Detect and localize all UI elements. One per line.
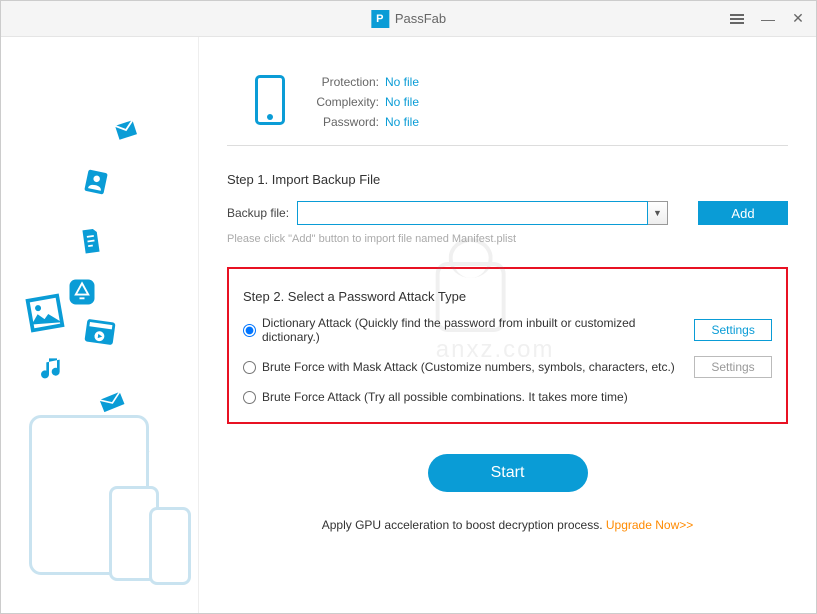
start-button[interactable]: Start [428, 454, 588, 492]
title-center: P PassFab [371, 10, 446, 28]
app-logo-icon: P [371, 10, 389, 28]
device-icon [255, 75, 285, 125]
appstore-icon [67, 277, 97, 307]
protection-value: No file [385, 75, 419, 89]
app-window: P PassFab — ✕ [0, 0, 817, 614]
password-label: Password: [309, 115, 379, 129]
password-value: No file [385, 115, 419, 129]
complexity-value: No file [385, 95, 419, 109]
contact-icon [81, 167, 112, 198]
attack-dictionary-label[interactable]: Dictionary Attack (Quickly find the pass… [243, 316, 694, 344]
close-button[interactable]: ✕ [790, 10, 806, 27]
music-icon [37, 353, 69, 385]
step1-title: Step 1. Import Backup File [227, 172, 788, 187]
window-controls: — ✕ [730, 10, 806, 27]
footer: Apply GPU acceleration to boost decrypti… [227, 518, 788, 532]
attack-option-brute: Brute Force Attack (Try all possible com… [243, 390, 772, 404]
attack-dictionary-radio[interactable] [243, 324, 256, 337]
main-panel: anxz.com Protection: No file Complexity:… [199, 37, 816, 613]
mail-icon [112, 116, 140, 144]
info-protection: Protection: No file [309, 75, 419, 89]
attack-dictionary-text: Dictionary Attack (Quickly find the pass… [262, 316, 694, 344]
upgrade-link[interactable]: Upgrade Now>> [606, 518, 693, 532]
document-icon [75, 225, 107, 257]
phone-small-icon [149, 507, 191, 585]
app-title: PassFab [395, 11, 446, 26]
sidebar [1, 37, 199, 613]
footer-text: Apply GPU acceleration to boost decrypti… [322, 518, 606, 532]
titlebar: P PassFab — ✕ [1, 1, 816, 37]
attack-brute-label[interactable]: Brute Force Attack (Try all possible com… [243, 390, 628, 404]
video-icon [81, 313, 119, 351]
mask-settings-button[interactable]: Settings [694, 356, 772, 378]
attack-mask-text: Brute Force with Mask Attack (Customize … [262, 360, 675, 374]
file-info: Protection: No file Complexity: No file … [227, 37, 788, 146]
attack-brute-text: Brute Force Attack (Try all possible com… [262, 390, 628, 404]
attack-option-mask: Brute Force with Mask Attack (Customize … [243, 356, 772, 378]
backup-file-input[interactable] [297, 201, 648, 225]
add-button[interactable]: Add [698, 201, 788, 225]
dictionary-settings-button[interactable]: Settings [694, 319, 772, 341]
attack-option-dictionary: Dictionary Attack (Quickly find the pass… [243, 316, 772, 344]
photo-icon [24, 292, 66, 334]
body: anxz.com Protection: No file Complexity:… [1, 37, 816, 613]
step1: Step 1. Import Backup File Backup file: … [227, 172, 788, 245]
info-complexity: Complexity: No file [309, 95, 419, 109]
menu-icon[interactable] [730, 12, 746, 26]
attack-mask-label[interactable]: Brute Force with Mask Attack (Customize … [243, 360, 675, 374]
step2-title: Step 2. Select a Password Attack Type [243, 289, 772, 304]
info-password: Password: No file [309, 115, 419, 129]
attack-mask-radio[interactable] [243, 361, 256, 374]
step2: Step 2. Select a Password Attack Type Di… [227, 267, 788, 424]
minimize-button[interactable]: — [760, 11, 776, 27]
attack-brute-radio[interactable] [243, 391, 256, 404]
step1-hint: Please click "Add" button to import file… [227, 233, 788, 245]
complexity-label: Complexity: [309, 95, 379, 109]
protection-label: Protection: [309, 75, 379, 89]
backup-file-label: Backup file: [227, 206, 289, 220]
envelope-icon [95, 385, 129, 419]
backup-file-dropdown[interactable]: ▼ [648, 201, 668, 225]
